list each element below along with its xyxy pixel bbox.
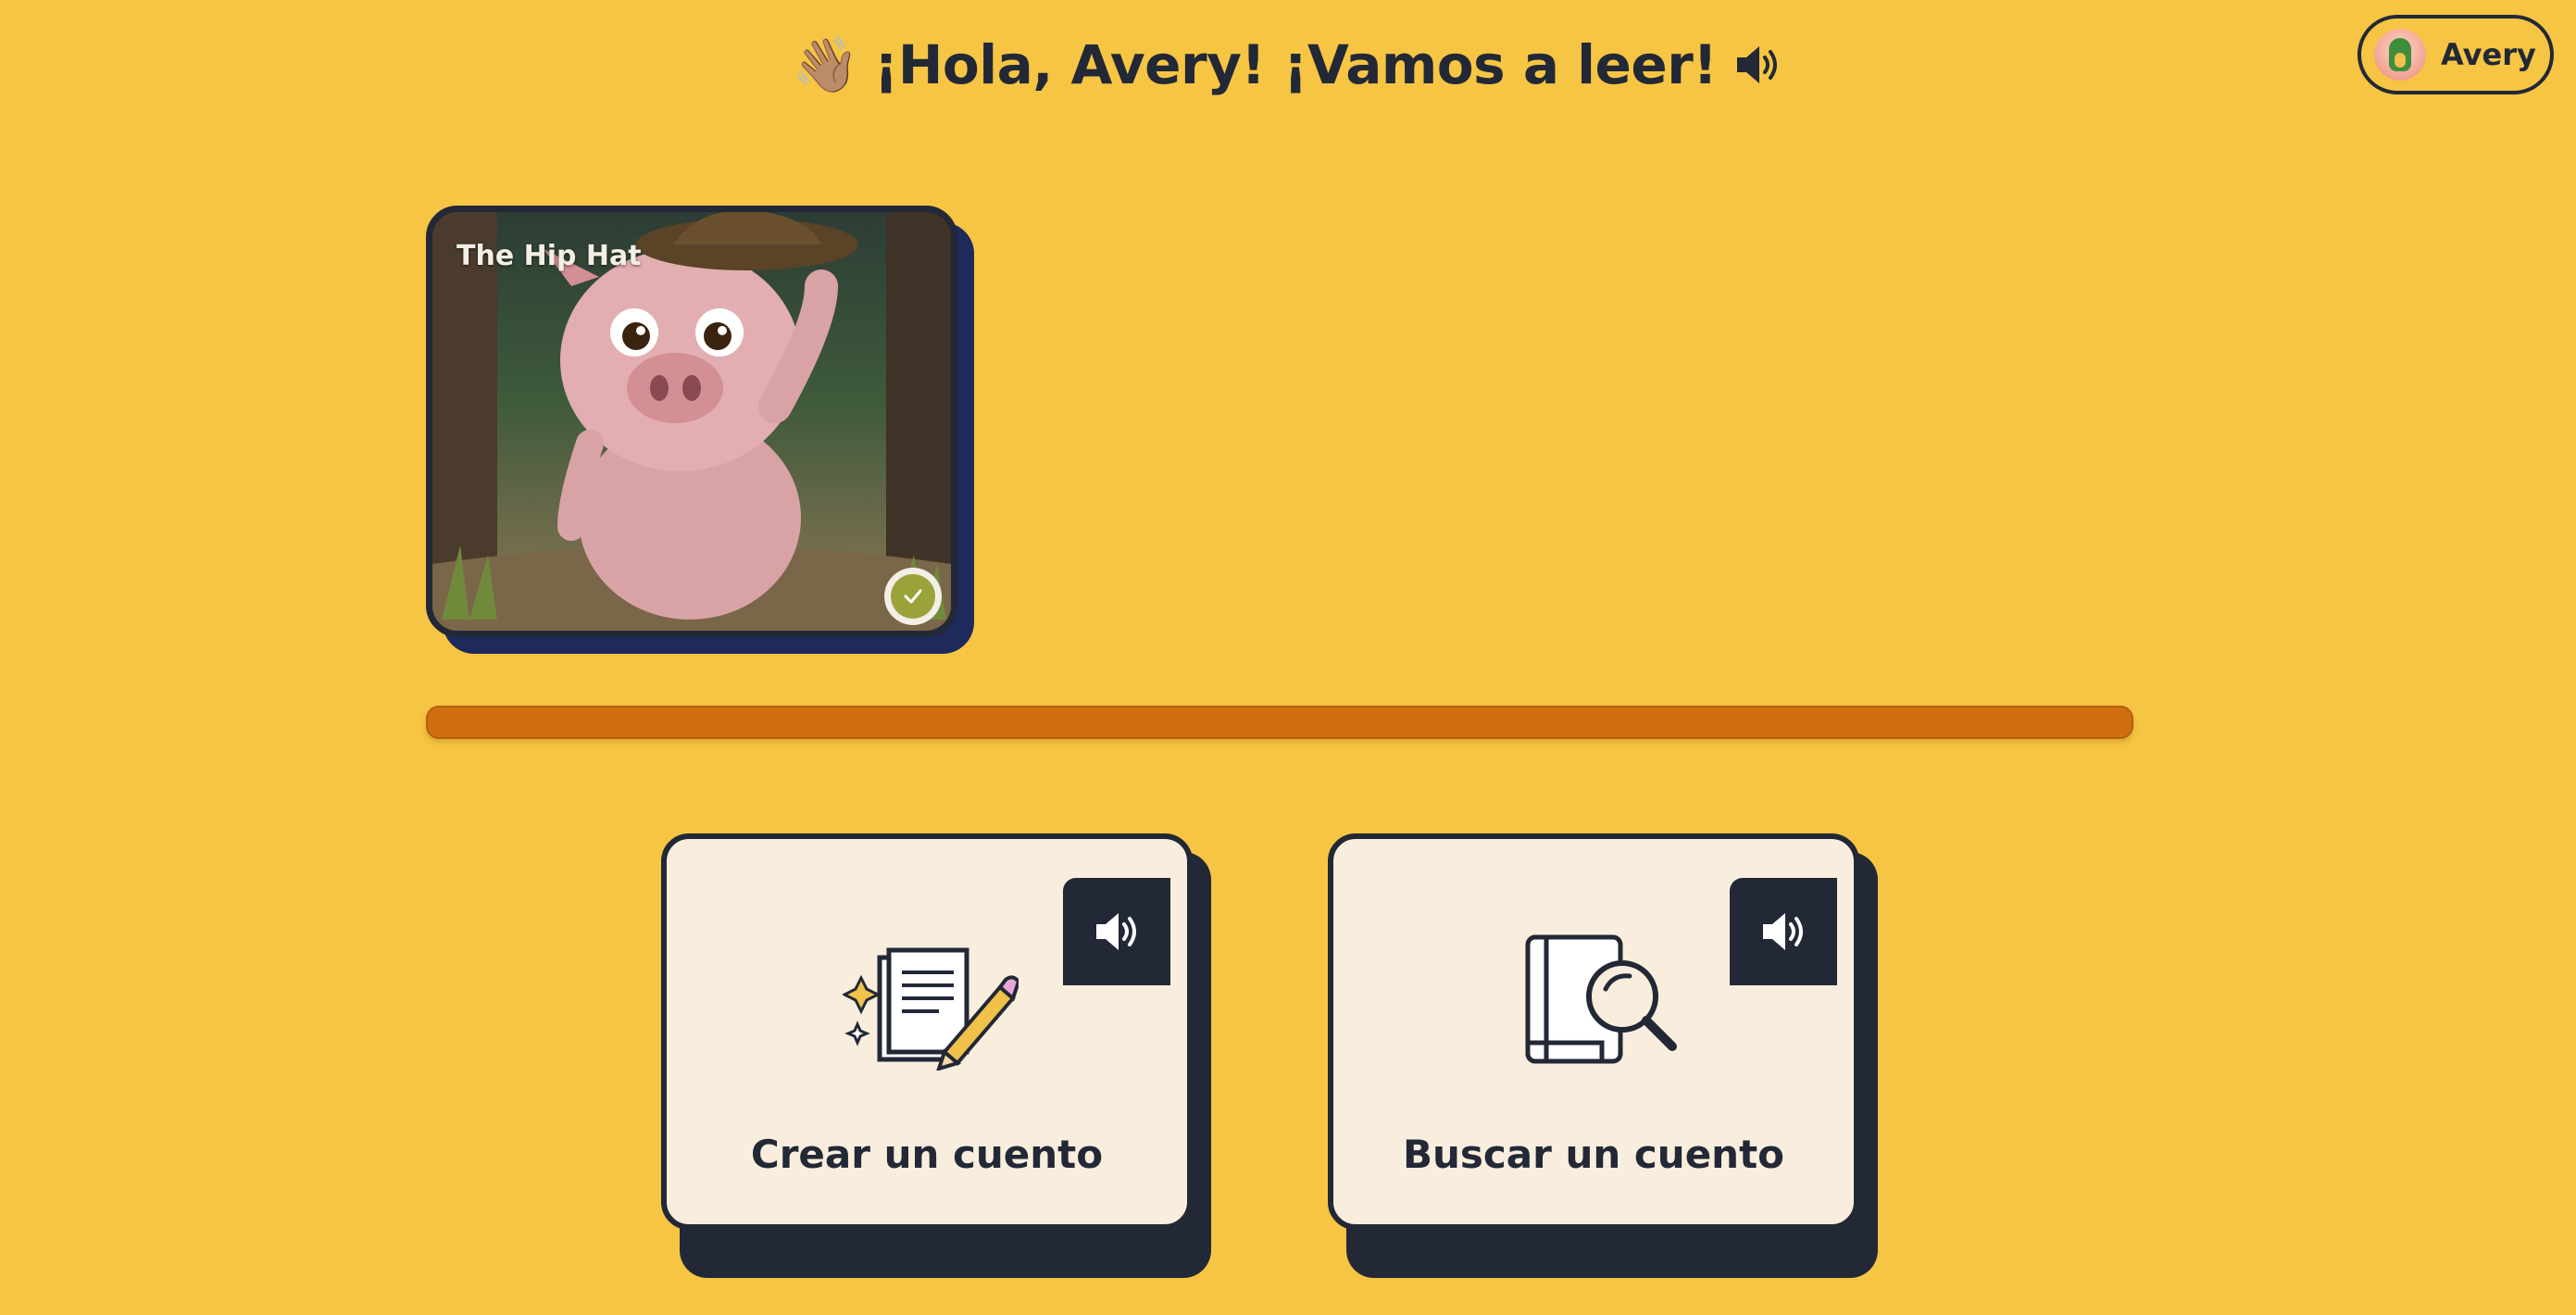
profile-name: Avery — [2441, 37, 2536, 72]
book-card[interactable]: The Hip Hat — [426, 206, 974, 654]
progress-bar — [426, 706, 2133, 739]
create-story-speaker-button[interactable] — [1063, 878, 1170, 985]
book-title: The Hip Hat — [456, 240, 642, 272]
speaker-icon[interactable] — [1732, 39, 1783, 91]
completed-badge — [884, 568, 942, 625]
page-title: ¡Hola, Avery! ¡Vamos a leer! — [873, 33, 1718, 96]
page-header: 👋🏽 ¡Hola, Avery! ¡Vamos a leer! — [0, 33, 2576, 96]
search-book-icon — [1525, 934, 1677, 1064]
avatar — [2374, 29, 2426, 81]
progress-fill — [428, 708, 2132, 737]
check-icon — [904, 589, 922, 604]
search-story-speaker-button[interactable] — [1730, 878, 1837, 985]
create-story-card[interactable]: Crear un cuento — [661, 833, 1211, 1278]
speaker-icon — [1096, 913, 1136, 950]
book-cover: The Hip Hat — [426, 206, 957, 637]
search-story-card[interactable]: Buscar un cuento — [1328, 833, 1878, 1278]
create-story-label: Crear un cuento — [750, 1132, 1104, 1177]
waving-hand-icon: 👋🏽 — [792, 33, 859, 96]
speaker-icon — [1763, 913, 1803, 950]
create-story-icon — [843, 947, 1019, 1071]
search-story-label: Buscar un cuento — [1402, 1132, 1785, 1177]
profile-button[interactable]: Avery — [2357, 15, 2554, 94]
pig-illustration — [432, 212, 951, 631]
